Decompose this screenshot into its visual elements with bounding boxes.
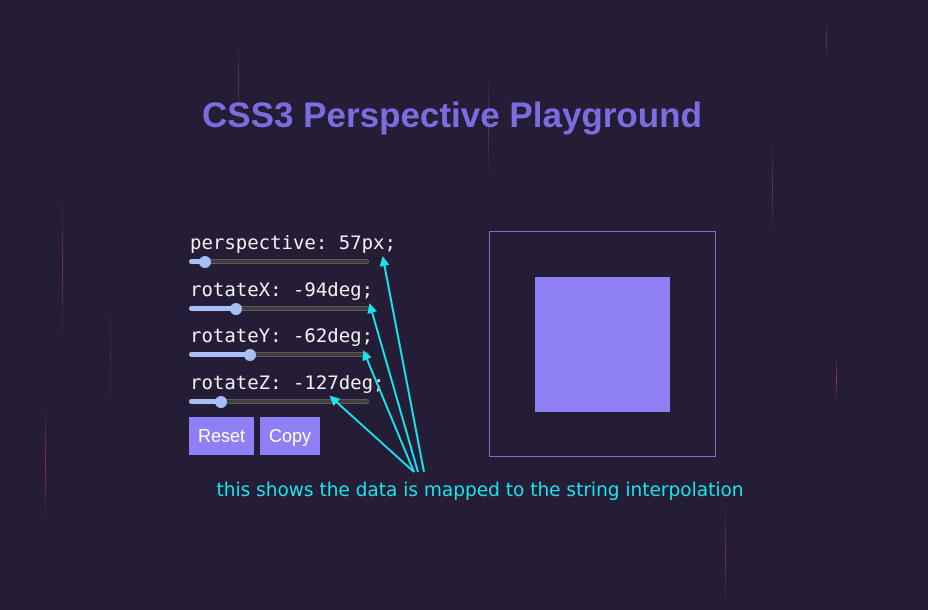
annotation-caption: this shows the data is mapped to the str… [216, 480, 744, 501]
annotation-arrow [329, 395, 415, 473]
annotation-arrows [329, 256, 425, 473]
annotation-arrow [379, 256, 425, 473]
annotation-arrow [367, 303, 419, 473]
